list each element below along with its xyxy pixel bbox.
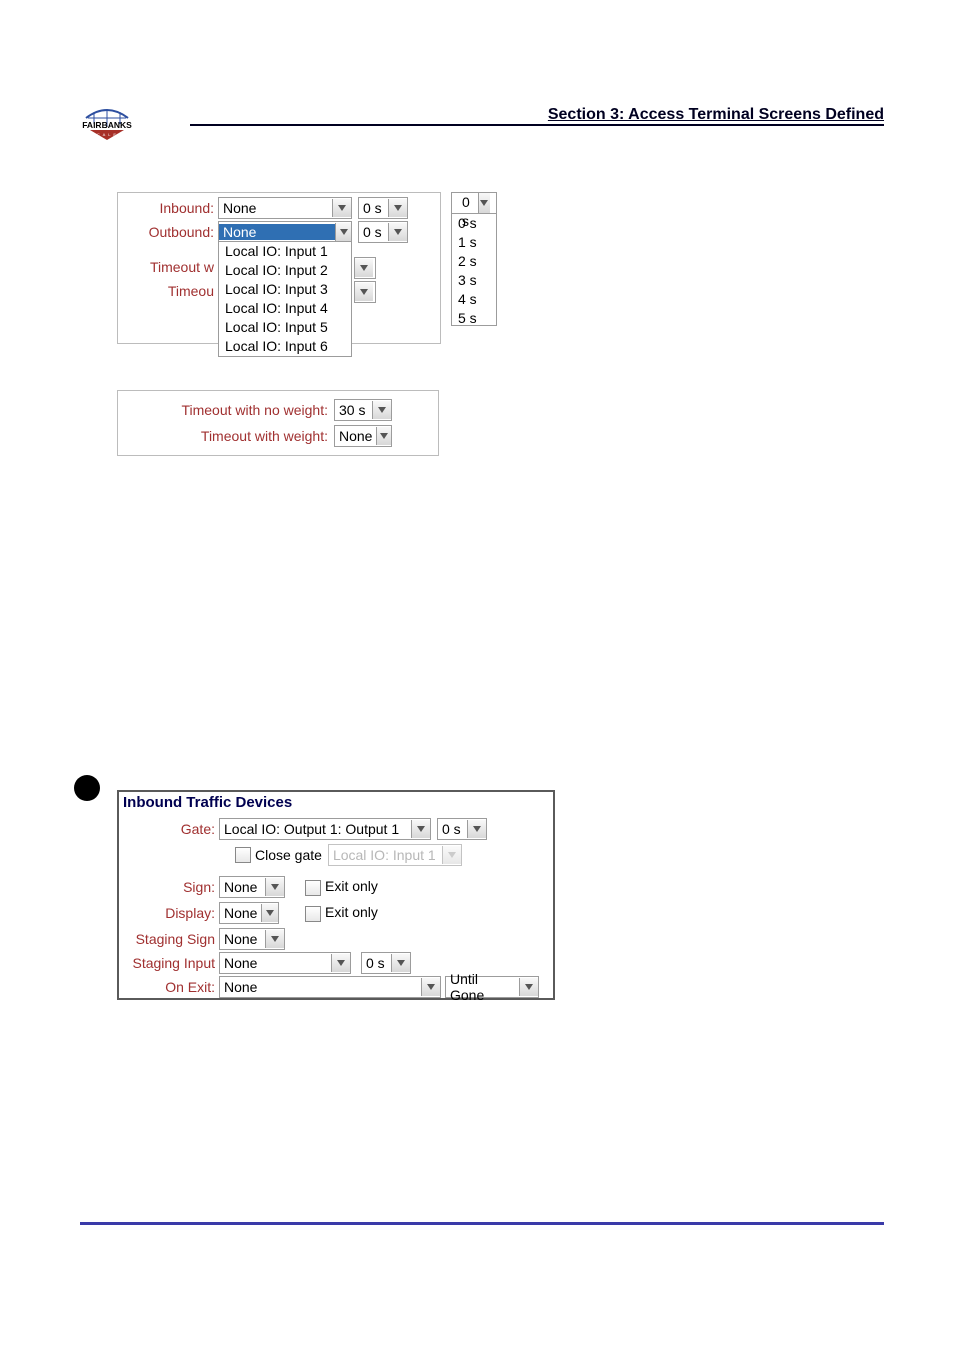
- sign-value: None: [220, 879, 261, 895]
- staging-sign-value: None: [220, 931, 261, 947]
- chevron-down-icon: [331, 954, 350, 972]
- chevron-down-icon: [261, 904, 278, 922]
- chevron-down-icon: [442, 846, 461, 864]
- chevron-down-icon: [265, 878, 284, 896]
- timeout-no-weight-label: Timeout with no weight:: [128, 402, 328, 418]
- inbound-traffic-devices-panel: Inbound Traffic Devices Gate: Local IO: …: [117, 790, 555, 1000]
- outbound-label: Outbound:: [124, 224, 214, 240]
- chevron-down-icon: [467, 820, 486, 838]
- sign-select[interactable]: None: [219, 876, 285, 898]
- gate-sec-value: 0 s: [438, 821, 465, 837]
- display-value: None: [220, 905, 261, 921]
- on-exit-label: On Exit:: [125, 979, 215, 995]
- list-item[interactable]: Local IO: Input 2: [219, 261, 351, 280]
- timeout-weight-select[interactable]: [354, 281, 376, 303]
- list-item[interactable]: Local IO: Input 3: [219, 280, 351, 299]
- timeout-weight-label: Timeou: [124, 283, 214, 299]
- outbound-select[interactable]: None: [218, 221, 352, 243]
- inbound-sec-value: 0 s: [359, 200, 386, 216]
- display-exit-only-checkbox[interactable]: [305, 906, 321, 922]
- list-item[interactable]: 3 s: [452, 271, 496, 290]
- staging-input-sec-select[interactable]: 0 s: [361, 952, 411, 974]
- timeout-no-weight-label: Timeout w: [124, 259, 214, 275]
- footer-rule: [80, 1222, 884, 1225]
- chevron-down-icon: [388, 199, 407, 217]
- inbound-select[interactable]: None: [218, 197, 352, 219]
- list-item[interactable]: 1 s: [452, 233, 496, 252]
- timeout-panel: Timeout with no weight: 30 s Timeout wit…: [117, 390, 439, 456]
- chevron-down-icon: [265, 930, 284, 948]
- outbound-option-list[interactable]: Local IO: Input 1 Local IO: Input 2 Loca…: [218, 241, 352, 357]
- close-gate-label: Close gate: [255, 847, 322, 863]
- inout-panel: Inbound: None 0 s Outbound: None 0 s: [117, 192, 441, 344]
- chevron-down-icon: [355, 283, 373, 301]
- chevron-down-icon: [411, 820, 430, 838]
- list-item[interactable]: 2 s: [452, 252, 496, 271]
- seconds-option-list[interactable]: 0 s 0 s 1 s 2 s 3 s 4 s 5 s: [451, 192, 497, 326]
- chevron-down-icon: [478, 193, 490, 213]
- staging-input-value: None: [220, 955, 261, 971]
- list-item[interactable]: 0 s: [452, 214, 496, 233]
- staging-input-select[interactable]: None: [219, 952, 351, 974]
- close-gate-select[interactable]: Local IO: Input 1: [328, 844, 462, 866]
- close-gate-checkbox[interactable]: [235, 847, 251, 863]
- inbound-sec-select[interactable]: 0 s: [358, 197, 408, 219]
- staging-input-sec-value: 0 s: [362, 955, 389, 971]
- timeout-weight-select[interactable]: None: [334, 425, 392, 447]
- on-exit-until-value: Until Gone: [446, 971, 519, 1003]
- staging-sign-label: Staging Sign: [125, 931, 215, 947]
- chevron-down-icon: [335, 223, 351, 241]
- display-select[interactable]: None: [219, 902, 279, 924]
- inbound-value: None: [219, 200, 260, 216]
- chevron-down-icon: [332, 199, 351, 217]
- timeout-no-weight-select[interactable]: [354, 257, 376, 279]
- outbound-value: None: [219, 224, 335, 240]
- panel-title: Inbound Traffic Devices: [119, 792, 553, 813]
- chevron-down-icon: [376, 427, 391, 445]
- svg-text:S C A L E S: S C A L E S: [91, 132, 123, 137]
- list-item[interactable]: Local IO: Input 1: [219, 242, 351, 261]
- timeout-no-weight-value: 30 s: [335, 402, 369, 418]
- svg-text:FAIRBANKS: FAIRBANKS: [82, 120, 132, 130]
- on-exit-until-select[interactable]: Until Gone: [445, 976, 539, 998]
- sign-exit-only-label: Exit only: [325, 878, 378, 894]
- list-item[interactable]: Local IO: Input 6: [219, 337, 351, 356]
- sign-exit-only-checkbox[interactable]: [305, 880, 321, 896]
- chevron-down-icon: [388, 223, 407, 241]
- staging-sign-select[interactable]: None: [219, 928, 285, 950]
- list-item[interactable]: Local IO: Input 4: [219, 299, 351, 318]
- gate-label: Gate:: [125, 821, 215, 837]
- timeout-weight-value: None: [335, 428, 376, 444]
- on-exit-select[interactable]: None: [219, 976, 441, 998]
- bullet-icon: [74, 775, 100, 801]
- list-item[interactable]: 0 s: [458, 193, 478, 213]
- header-rule: [190, 124, 884, 126]
- chevron-down-icon: [355, 259, 373, 277]
- list-item[interactable]: Local IO: Input 5: [219, 318, 351, 337]
- gate-sec-select[interactable]: 0 s: [437, 818, 487, 840]
- close-gate-value: Local IO: Input 1: [329, 847, 440, 863]
- gate-select[interactable]: Local IO: Output 1: Output 1: [219, 818, 431, 840]
- outbound-sec-select[interactable]: 0 s: [358, 221, 408, 243]
- chevron-down-icon: [391, 954, 410, 972]
- on-exit-value: None: [220, 979, 261, 995]
- list-item[interactable]: 5 s: [452, 309, 496, 328]
- section-title: Section 3: Access Terminal Screens Defin…: [548, 106, 884, 124]
- fairbanks-logo: FAIRBANKS S C A L E S: [80, 106, 134, 147]
- display-label: Display:: [125, 905, 215, 921]
- outbound-sec-value: 0 s: [359, 224, 386, 240]
- timeout-no-weight-select[interactable]: 30 s: [334, 399, 392, 421]
- timeout-weight-label: Timeout with weight:: [128, 428, 328, 444]
- chevron-down-icon: [372, 401, 391, 419]
- sign-label: Sign:: [125, 879, 215, 895]
- list-item[interactable]: 4 s: [452, 290, 496, 309]
- display-exit-only-label: Exit only: [325, 904, 378, 920]
- gate-value: Local IO: Output 1: Output 1: [220, 821, 403, 837]
- inbound-label: Inbound:: [124, 200, 214, 216]
- chevron-down-icon: [421, 978, 440, 996]
- staging-input-label: Staging Input: [125, 955, 215, 971]
- chevron-down-icon: [519, 978, 538, 996]
